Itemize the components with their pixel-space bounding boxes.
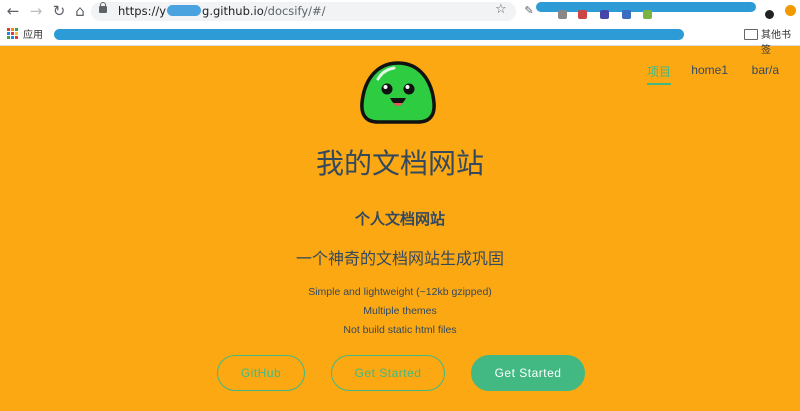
redaction-mark: [167, 5, 202, 16]
back-arrow-icon[interactable]: ←: [5, 3, 21, 19]
home-icon[interactable]: ⌂: [72, 3, 88, 19]
url-prefix: https://y: [118, 4, 167, 18]
forward-arrow-icon[interactable]: →: [28, 3, 44, 19]
bookmark-star-icon[interactable]: ☆: [495, 2, 507, 17]
apps-label[interactable]: 应用: [23, 26, 43, 41]
extension-icon[interactable]: [643, 10, 652, 19]
cover-title: 我的文档网站: [315, 148, 484, 179]
apps-grid-icon[interactable]: [7, 28, 18, 39]
get-started-outline-button[interactable]: Get Started: [331, 355, 445, 391]
bookmarks-bar: 应用 其他书签: [0, 23, 800, 56]
address-bar-row: ← → ↻ ⌂ https://y g.github.io/docsify/#/ …: [0, 0, 800, 23]
extension-icon[interactable]: [578, 10, 587, 19]
feature-item: Simple and lightweight (~12kb gzipped): [308, 286, 492, 298]
feature-item: Multiple themes: [363, 305, 437, 317]
redaction-mark: [54, 29, 684, 40]
extension-icon[interactable]: [622, 10, 631, 19]
nav-item-home1[interactable]: home1: [691, 63, 728, 77]
url-path: /docsify/#/: [263, 4, 326, 18]
extension-icon[interactable]: [558, 10, 567, 19]
extension-icon[interactable]: [600, 10, 609, 19]
url-host: g.github.io: [202, 4, 264, 18]
get-started-button[interactable]: Get Started: [471, 355, 585, 391]
feature-item: Not build static html files: [343, 324, 457, 336]
cover-subtitle: 一个神奇的文档网站生成巩固: [295, 251, 504, 268]
browser-chrome: ← → ↻ ⌂ https://y g.github.io/docsify/#/ …: [0, 0, 800, 56]
profile-avatar-icon[interactable]: [765, 10, 774, 19]
extension-icon[interactable]: ✎: [521, 3, 537, 19]
nav-item-bar-a[interactable]: bar/a: [752, 63, 779, 77]
cover-tagline: 个人文档网站: [354, 211, 445, 228]
reload-icon[interactable]: ↻: [51, 3, 67, 19]
cover-page: 项目 home1 bar/a 我的文档网站 个人文档网站 一个神奇的文档网站生成…: [0, 45, 800, 411]
docsify-logo: [360, 61, 436, 124]
feature-list: Simple and lightweight (~12kb gzipped) M…: [0, 283, 800, 340]
lock-icon: [99, 2, 107, 13]
github-button[interactable]: GitHub: [217, 355, 305, 391]
update-icon[interactable]: [785, 5, 796, 16]
url-omnibox[interactable]: https://y g.github.io/docsify/#/: [91, 2, 516, 21]
folder-icon: [744, 29, 758, 40]
nav-item-projects[interactable]: 项目: [646, 63, 671, 85]
url-text: https://y g.github.io/docsify/#/: [118, 3, 326, 20]
